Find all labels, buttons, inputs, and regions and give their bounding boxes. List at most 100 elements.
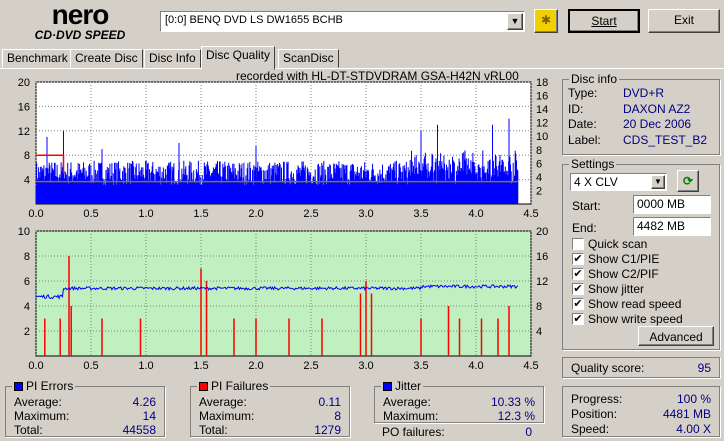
checkbox-show-write-speed[interactable]: ✔ Show write speed xyxy=(572,312,683,326)
end-input[interactable]: 4482 MB xyxy=(633,217,711,236)
checkbox-show-c1-pie[interactable]: ✔ Show C1/PIE xyxy=(572,252,659,266)
x-tick-label: 1.0 xyxy=(138,360,153,370)
label: Position: xyxy=(571,407,618,421)
pi-errors-group: PI Errors Average: 4.26 Maximum: 14 Total:… xyxy=(5,379,165,437)
checkbox-box[interactable]: ✔ xyxy=(572,268,584,280)
speed-value: 4.00 X xyxy=(676,422,711,436)
x-tick-label: 1.0 xyxy=(138,208,153,220)
refresh-speed-button[interactable]: ⟳ xyxy=(677,170,699,192)
y2-tick-label: 6 xyxy=(536,158,542,170)
tab-disc-quality[interactable]: Disc Quality xyxy=(201,46,276,70)
label: Progress: xyxy=(571,392,623,406)
y2-tick-label: 16 xyxy=(536,91,548,103)
label: Maximum: xyxy=(14,409,70,423)
start-input[interactable]: 0000 MB xyxy=(633,195,711,214)
pi-errors-title: PI Errors xyxy=(26,379,74,393)
jitter-swatch xyxy=(383,381,392,391)
checkbox-show-jitter[interactable]: ✔ Show jitter xyxy=(572,282,644,296)
label: Average: xyxy=(383,395,431,409)
x-tick-label: 2.0 xyxy=(248,208,263,220)
disc-info-title: Disc info xyxy=(571,72,618,86)
nero-logo: nero CD·DVD SPEED xyxy=(10,1,150,43)
x-tick-label: 2.5 xyxy=(303,360,318,370)
pif-average: 0.11 xyxy=(318,395,341,409)
y2-tick-label: 18 xyxy=(536,77,548,89)
checkbox-label: Show read speed xyxy=(588,297,682,311)
type-value: DVD+R xyxy=(623,86,665,100)
y2-tick-label: 8 xyxy=(536,145,542,157)
y-tick-label: 8 xyxy=(24,251,30,263)
label: Total: xyxy=(199,423,228,437)
label-value: CDS_TEST_B2 xyxy=(623,132,708,147)
checkbox-label: Show C2/PIF xyxy=(588,267,659,281)
speed-value: 4 X CLV xyxy=(574,175,618,189)
label: Maximum: xyxy=(383,409,439,423)
speed-select[interactable]: 4 X CLV ▼ xyxy=(570,173,667,191)
progress-value: 100 % xyxy=(676,392,711,406)
start-value: 0000 MB xyxy=(637,197,686,211)
y-tick-label: 4 xyxy=(24,301,30,313)
y2-tick-label: 12 xyxy=(536,276,548,288)
quality-label: Quality score: xyxy=(571,361,645,375)
y-tick-label: 4 xyxy=(24,175,30,187)
jitter-average: 10.33 % xyxy=(490,395,535,409)
po-failures-row: PO failures: 0 xyxy=(382,425,532,439)
x-tick-label: 4.0 xyxy=(468,360,483,370)
exit-button[interactable]: Exit xyxy=(648,9,720,33)
disc-info-labels: Type: ID: Date: Label: xyxy=(568,86,601,148)
x-tick-label: 0.0 xyxy=(28,208,43,220)
x-tick-label: 1.5 xyxy=(193,360,208,370)
position-value: 4481 MB xyxy=(662,407,711,421)
y-tick-label: 2 xyxy=(24,326,30,338)
jitter-group: Jitter Average: 10.33 % Maximum: 12.3 % xyxy=(374,379,544,423)
checkbox-box[interactable] xyxy=(572,238,584,250)
checkbox-show-c2-pif[interactable]: ✔ Show C2/PIF xyxy=(572,267,659,281)
y2-tick-label: 12 xyxy=(536,118,548,130)
y2-tick-label: 10 xyxy=(536,131,548,143)
tab-create-disc[interactable]: Create Disc xyxy=(70,49,143,68)
charts: 48121620246810121416180.0 0.5 1.0 1.5 2.0 2.5… xyxy=(18,77,549,370)
chevron-down-icon[interactable]: ▼ xyxy=(507,13,523,30)
checkbox-quick-scan[interactable]: Quick scan xyxy=(572,237,647,251)
checkbox-label: Quick scan xyxy=(588,237,648,251)
logo-subtext: CD·DVD SPEED xyxy=(34,28,126,42)
checkbox-box[interactable]: ✔ xyxy=(572,253,584,265)
y2-tick-label: 4 xyxy=(536,172,542,184)
start-button[interactable]: Start xyxy=(568,9,640,33)
checkbox-show-read-speed[interactable]: ✔ Show read speed xyxy=(572,297,681,311)
disc-info-values: DVD+R DAXON AZ2 20 Dec 2006 CDS_TEST_B2 xyxy=(623,86,707,148)
tab-disc-info[interactable]: Disc Info xyxy=(144,49,201,68)
disc-info-group: Disc info Type: ID: Date: Label: DVD+R DAXON… xyxy=(562,72,720,155)
label: Average: xyxy=(14,395,62,409)
checkbox-label: Show C1/PIE xyxy=(588,252,660,266)
y2-tick-label: 4 xyxy=(536,326,542,338)
checkbox-label: Show jitter xyxy=(588,282,645,296)
x-tick-label: 0.5 xyxy=(83,208,98,220)
x-tick-label: 0.5 xyxy=(83,360,98,370)
pi-failures-group: PI Failures Average: 0.11 Maximum: 8 Total… xyxy=(190,379,350,437)
exit-label: Exit xyxy=(673,13,694,27)
drive-select-value: [0:0] BENQ DVD LS DW1655 BCHB xyxy=(165,14,343,26)
chevron-down-icon[interactable]: ▼ xyxy=(651,175,665,189)
checkbox-box[interactable]: ✔ xyxy=(572,313,584,325)
x-tick-label: 2.0 xyxy=(248,360,263,370)
tab-scandisc[interactable]: ScanDisc xyxy=(278,49,339,68)
checkbox-box[interactable]: ✔ xyxy=(572,298,584,310)
x-tick-label: 4.5 xyxy=(523,208,538,220)
po-value: 0 xyxy=(525,425,532,439)
checkbox-label: Show write speed xyxy=(588,312,683,326)
x-tick-label: 1.5 xyxy=(193,208,208,220)
y2-tick-label: 20 xyxy=(536,226,548,238)
refresh-drive-button[interactable]: ✱ xyxy=(534,9,558,33)
drive-select[interactable]: [0:0] BENQ DVD LS DW1655 BCHB ▼ xyxy=(160,11,525,32)
label: Maximum: xyxy=(199,409,255,423)
x-tick-label: 3.0 xyxy=(358,360,373,370)
po-label: PO failures: xyxy=(382,425,445,439)
y2-tick-label: 14 xyxy=(536,104,548,116)
y2-tick-label: 16 xyxy=(536,251,548,263)
x-tick-label: 3.5 xyxy=(413,208,428,220)
advanced-button[interactable]: Advanced xyxy=(638,326,714,346)
plot-area xyxy=(35,230,532,357)
tab-benchmark[interactable]: Benchmark xyxy=(2,49,73,68)
checkbox-box[interactable]: ✔ xyxy=(572,283,584,295)
